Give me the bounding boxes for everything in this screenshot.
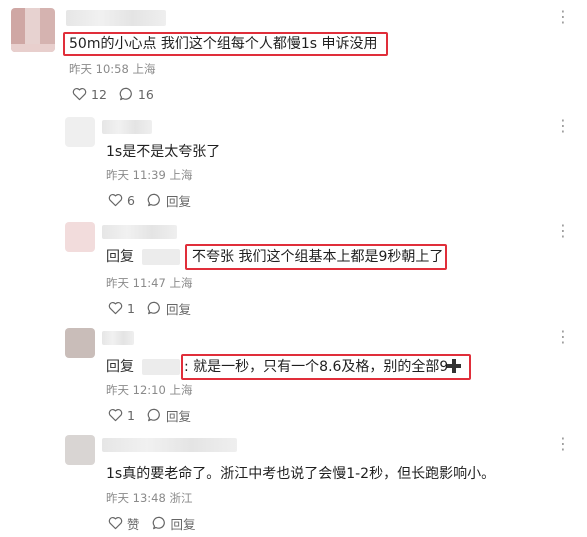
like-button[interactable]: 1 xyxy=(108,301,135,316)
reply-text: : 就是一秒，只有一个8.6及格，别的全部9 xyxy=(184,359,449,375)
heart-icon xyxy=(72,87,87,101)
reply-text: 1s真的要老命了。浙江中考也说了会慢1-2秒，但长跑影响小。 xyxy=(106,466,496,482)
reply-button[interactable]: 回复 xyxy=(152,514,196,533)
comment-icon xyxy=(152,516,165,530)
reply-button[interactable]: 回复 xyxy=(147,299,191,318)
reply-label: 回复 xyxy=(170,516,196,532)
more-icon[interactable]: ⋮ xyxy=(555,118,571,134)
like-count: 1 xyxy=(127,300,135,316)
like-count: 6 xyxy=(127,192,135,208)
like-count: 12 xyxy=(91,86,107,102)
more-icon[interactable]: ⋮ xyxy=(555,9,571,25)
like-button[interactable]: 6 xyxy=(108,193,135,208)
avatar[interactable] xyxy=(65,328,95,358)
comment-icon xyxy=(147,301,160,315)
like-button[interactable]: 赞 xyxy=(108,514,140,533)
mention-blurred[interactable] xyxy=(142,359,180,375)
comment-icon xyxy=(147,408,160,422)
reply-actions: 1 回复 xyxy=(108,406,203,424)
reply-text: 不夸张 我们这个组基本上都是9秒朝上了 xyxy=(192,249,444,265)
more-icon[interactable]: ⋮ xyxy=(555,329,571,345)
username-blurred[interactable] xyxy=(66,10,166,26)
reply-count: 16 xyxy=(137,86,154,102)
reply-actions: 赞 回复 xyxy=(108,514,208,532)
like-count: 1 xyxy=(127,407,135,423)
mention-blurred[interactable] xyxy=(142,249,180,265)
reply-actions: 6 回复 xyxy=(108,191,203,209)
avatar[interactable] xyxy=(11,8,55,52)
heart-icon xyxy=(108,193,123,207)
reply-time: 昨天 11:47 上海 xyxy=(106,276,193,290)
comment-icon xyxy=(147,193,160,207)
reply-button[interactable]: 回复 xyxy=(147,191,191,210)
reply-button[interactable]: 回复 xyxy=(147,406,191,425)
comment-actions: 12 16 xyxy=(72,85,166,103)
reply-label: 回复 xyxy=(165,408,191,424)
like-button[interactable]: 12 xyxy=(72,87,107,102)
heart-icon xyxy=(108,408,123,422)
avatar[interactable] xyxy=(65,435,95,465)
reply-prefix[interactable]: 回复 xyxy=(106,247,134,267)
reply-time: 昨天 12:10 上海 xyxy=(106,383,193,397)
more-icon[interactable]: ⋮ xyxy=(555,436,571,452)
heart-icon xyxy=(108,516,123,530)
reply-time: 昨天 11:39 上海 xyxy=(106,168,193,182)
like-button[interactable]: 1 xyxy=(108,408,135,423)
avatar[interactable] xyxy=(65,117,95,147)
username-blurred[interactable] xyxy=(102,438,237,452)
reply-text: 1s是不是太夸张了 xyxy=(106,144,221,160)
heart-icon xyxy=(108,301,123,315)
reply-label: 回复 xyxy=(165,301,191,317)
reply-actions: 1 回复 xyxy=(108,299,203,317)
more-icon[interactable]: ⋮ xyxy=(555,223,571,239)
comment-time: 昨天 10:58 上海 xyxy=(69,62,156,76)
plus-icon xyxy=(447,359,461,373)
reply-label: 回复 xyxy=(165,193,191,209)
avatar[interactable] xyxy=(65,222,95,252)
username-blurred[interactable] xyxy=(102,225,177,239)
like-label: 赞 xyxy=(127,516,140,532)
comment-icon xyxy=(119,87,132,101)
reply-time: 昨天 13:48 浙江 xyxy=(106,491,193,505)
reply-count-button[interactable]: 16 xyxy=(119,87,154,102)
comment-text: 50m的小心点 我们这个组每个人都慢1s 申诉没用 xyxy=(69,36,378,52)
reply-prefix[interactable]: 回复 xyxy=(106,357,134,377)
username-blurred[interactable] xyxy=(102,120,152,134)
username-blurred[interactable] xyxy=(102,331,134,345)
